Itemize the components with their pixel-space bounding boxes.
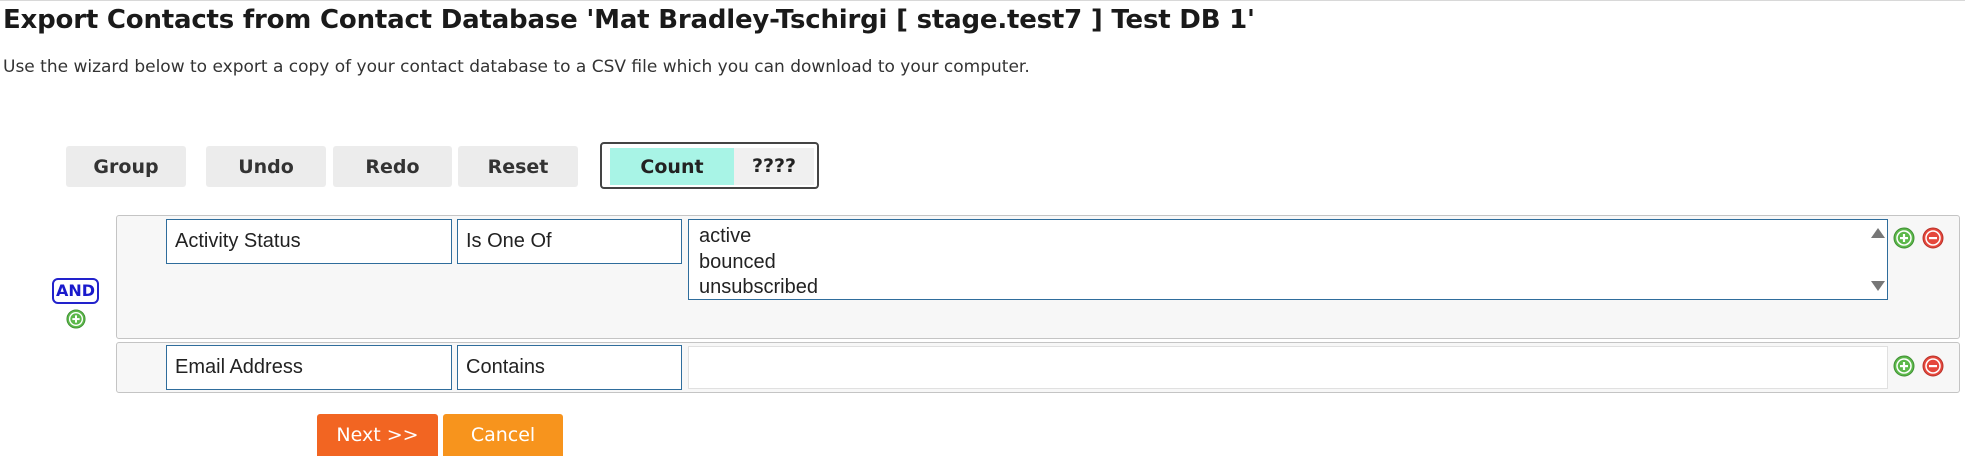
value-option[interactable]: active	[689, 224, 1887, 250]
top-divider	[0, 0, 1965, 1]
redo-button[interactable]: Redo	[333, 146, 452, 187]
group-logic-toggle[interactable]: AND	[52, 278, 99, 304]
rule-value-multiselect[interactable]: active bounced unsubscribed	[688, 219, 1888, 300]
count-result: ????	[734, 148, 814, 185]
undo-button[interactable]: Undo	[206, 146, 326, 187]
next-button[interactable]: Next >>	[317, 414, 438, 456]
value-list-scrollbar[interactable]	[1867, 220, 1887, 299]
page-description: Use the wizard below to export a copy of…	[3, 57, 1030, 77]
add-rule-group-icon[interactable]	[66, 309, 86, 329]
rule-value-input[interactable]	[688, 346, 1888, 389]
rule-operator-select[interactable]: Is One Of	[457, 219, 682, 264]
count-button[interactable]: Count	[610, 148, 734, 185]
rule-row-activity-status: Activity Status Is One Of active bounced…	[116, 215, 1960, 339]
cancel-button[interactable]: Cancel	[443, 414, 563, 456]
rule-operator-select[interactable]: Contains	[457, 345, 682, 390]
rule-field-select[interactable]: Email Address	[166, 345, 452, 390]
remove-rule-icon[interactable]	[1922, 227, 1944, 249]
remove-rule-icon[interactable]	[1922, 355, 1944, 377]
rule-field-select[interactable]: Activity Status	[166, 219, 452, 264]
value-option[interactable]: bounced	[689, 250, 1887, 276]
reset-button[interactable]: Reset	[458, 146, 578, 187]
group-button[interactable]: Group	[66, 146, 186, 187]
page-title: Export Contacts from Contact Database 'M…	[3, 5, 1255, 35]
scroll-up-icon[interactable]	[1871, 228, 1885, 238]
rule-row-email-address: Email Address Contains	[116, 342, 1960, 393]
scroll-down-icon[interactable]	[1871, 281, 1885, 291]
count-control: Count ????	[600, 142, 819, 189]
add-rule-icon[interactable]	[1893, 355, 1915, 377]
value-option[interactable]: unsubscribed	[689, 275, 1887, 299]
add-rule-icon[interactable]	[1893, 227, 1915, 249]
